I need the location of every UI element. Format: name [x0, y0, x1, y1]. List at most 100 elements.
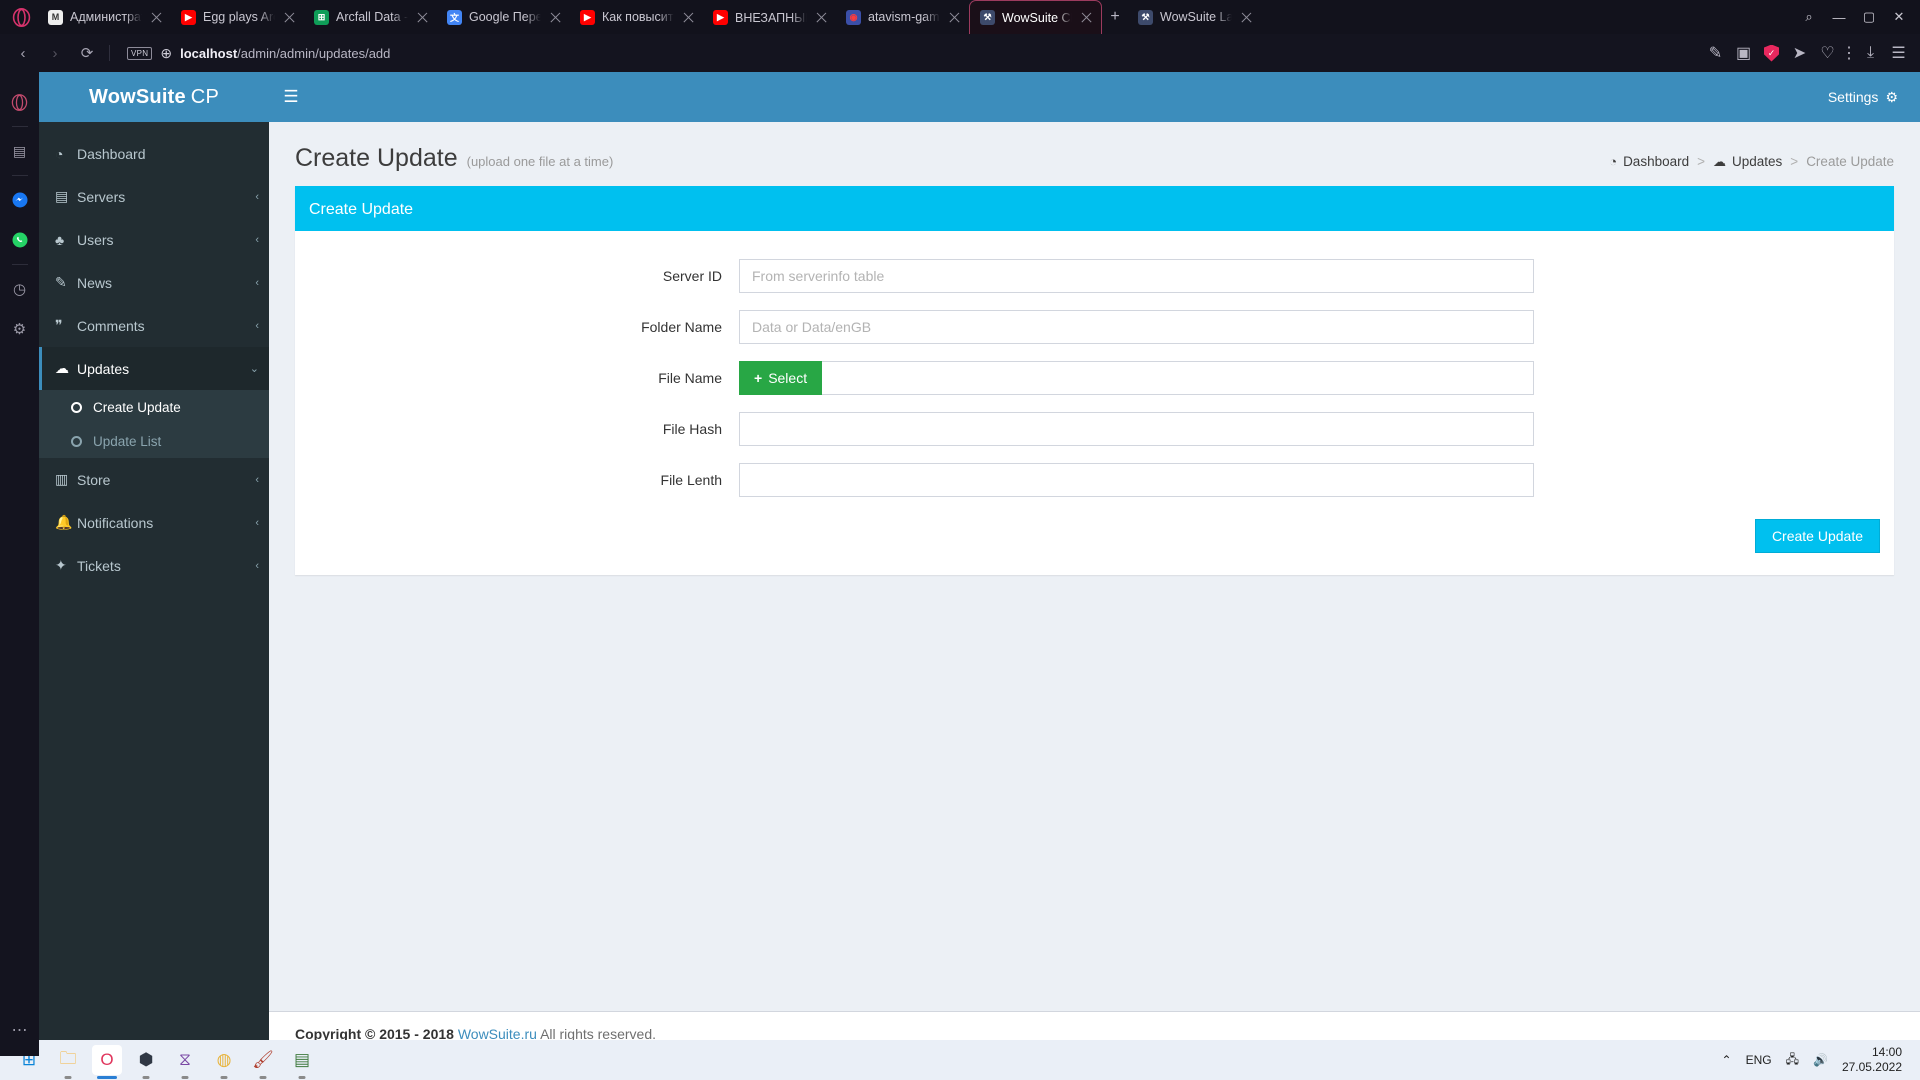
dashboard-icon: ◔	[55, 145, 64, 162]
rail-divider-1	[11, 126, 28, 127]
tab-close-icon[interactable]	[947, 10, 962, 25]
sidebar-item-label: Store	[77, 471, 111, 488]
tab-close-icon[interactable]	[282, 10, 297, 25]
select-file-button[interactable]: + Select	[739, 361, 823, 395]
tab-close-icon[interactable]	[548, 10, 563, 25]
browser-tab[interactable]: ▶ Egg plays Arcfall #02 St	[171, 0, 304, 34]
send-flow-icon[interactable]: ➤	[1786, 39, 1813, 67]
sidebar-item-dashboard[interactable]: ◔ Dashboard	[39, 132, 269, 175]
sidebar-item-users[interactable]: ♣ Users ‹	[39, 218, 269, 261]
more-options-icon[interactable]: ⋮	[1841, 39, 1857, 67]
shield-adblock-icon[interactable]: ✓	[1758, 39, 1785, 67]
history-icon[interactable]: ◷	[0, 269, 39, 309]
browser-tab[interactable]: ⚒ WowSuite Launcher 4.0	[1128, 0, 1261, 34]
snapshot-edit-icon[interactable]: ✎	[1702, 39, 1729, 67]
app-brand[interactable]: WowSuite CP	[39, 72, 269, 122]
reload-button[interactable]: ⟳	[72, 38, 102, 68]
file-name-input[interactable]: + Select	[739, 361, 1534, 395]
edit-news-icon: ✎	[55, 274, 67, 290]
easy-setup-icon[interactable]: ☰	[1885, 39, 1912, 67]
plus-icon: +	[754, 370, 763, 386]
breadcrumb-item[interactable]: ◔ Dashboard	[1609, 154, 1689, 169]
paint-tool-icon[interactable]: 🖌	[248, 1045, 278, 1079]
spreadsheet-icon[interactable]: ▤	[287, 1045, 317, 1079]
form-row: Folder Name	[309, 310, 1880, 344]
sidebar-item-label: Updates	[77, 360, 130, 377]
tab-close-icon[interactable]	[149, 10, 164, 25]
opera-logo-icon[interactable]	[4, 0, 38, 34]
browser-tab[interactable]: ⊞ Arcfall Data - Google Ta	[304, 0, 437, 34]
tray-expand-chevron-icon[interactable]: ⌃	[1722, 1053, 1732, 1067]
sidebar-item-notifications[interactable]: 🔔 Notifications ‹	[39, 501, 269, 544]
network-icon[interactable]: 🖧	[1786, 1050, 1799, 1071]
sidebar-toggle-button[interactable]: ☰	[269, 72, 313, 122]
vpn-badge[interactable]: VPN	[127, 46, 153, 60]
browser-tab[interactable]: ◉ atavism-game-launcher	[836, 0, 969, 34]
server-id-input[interactable]	[739, 259, 1534, 293]
comments-icon: ❞	[55, 317, 63, 333]
create-update-submit-button[interactable]: Create Update	[1754, 519, 1880, 553]
opera-sidebar-logo-icon[interactable]	[0, 82, 39, 122]
shield-shape: ✓	[1764, 44, 1779, 62]
address-bar[interactable]: VPN ⊕ localhost/admin/admin/updates/add	[117, 40, 1700, 66]
tab-close-icon[interactable]	[1079, 10, 1094, 25]
globe-icon: ⊕	[160, 44, 173, 61]
header-settings-link[interactable]: Settings ⚙	[1828, 89, 1920, 106]
folder-name-input[interactable]	[739, 310, 1534, 344]
tab-title: Arcfall Data - Google Ta	[336, 10, 408, 24]
opera-browser-icon[interactable]: O	[92, 1045, 122, 1079]
volume-icon[interactable]: 🔊	[1813, 1053, 1828, 1067]
whatsapp-icon[interactable]	[0, 220, 39, 260]
forward-button[interactable]: ›	[40, 38, 70, 68]
clock[interactable]: 14:00 27.05.2022	[1842, 1045, 1902, 1075]
sidebar-item-news[interactable]: ✎ News ‹	[39, 261, 269, 304]
search-tabs-icon[interactable]: ⌕	[1795, 2, 1823, 32]
visual-studio-icon[interactable]: ⧖	[170, 1045, 200, 1079]
sidebar-item-updates[interactable]: ☁ Updates ⌄	[39, 347, 269, 390]
tray-language-indicator[interactable]: ENG	[1746, 1053, 1772, 1067]
new-tab-button[interactable]: +	[1102, 0, 1128, 34]
unity-editor-icon[interactable]: ⬢	[131, 1045, 161, 1079]
downloads-icon[interactable]: ⤓	[1857, 39, 1884, 67]
breadcrumb-item[interactable]: ☁ Updates	[1713, 154, 1782, 170]
sidebar-item-comments[interactable]: ❞ Comments ‹	[39, 304, 269, 347]
breadcrumb-label: Create Update	[1806, 154, 1894, 169]
sidebar-item-tickets[interactable]: ✦ Tickets ‹	[39, 544, 269, 587]
sidebar-subitem-create-update[interactable]: Create Update	[39, 390, 269, 424]
dashboard-icon: ◔	[1609, 154, 1618, 169]
more-rail-icon[interactable]: ⋯	[0, 1010, 39, 1050]
app-header: WowSuite CP ☰ Settings ⚙	[39, 72, 1920, 122]
back-button[interactable]: ‹	[8, 38, 38, 68]
taskbar-running-indicator	[97, 1076, 117, 1079]
circle-bullet-icon	[71, 435, 82, 447]
browser-tab[interactable]: ⚒ WowSuite CP	[969, 0, 1102, 34]
pin-board-icon[interactable]: ▤	[0, 131, 39, 171]
tab-close-icon[interactable]	[415, 10, 430, 25]
sidebar-item-store[interactable]: ▥ Store ‹	[39, 458, 269, 501]
minimize-window-icon[interactable]: —	[1825, 2, 1853, 32]
form-row: File Hash	[309, 412, 1880, 446]
file-explorer-icon[interactable]: 🗀	[53, 1045, 83, 1079]
tab-close-icon[interactable]	[1239, 10, 1254, 25]
file-lenth-input[interactable]	[739, 463, 1534, 497]
file-hash-input[interactable]	[739, 412, 1534, 446]
sidebar-subitem-update-list[interactable]: Update List	[39, 424, 269, 458]
browser-tab[interactable]: ▶ ВНЕЗАПНЫЕ БОССЫ ⊷	[703, 0, 836, 34]
browser-tab[interactable]: ▶ Как повысить фпс в игр	[570, 0, 703, 34]
tab-title: atavism-game-launcher	[868, 10, 940, 24]
box-title: Create Update	[295, 189, 1894, 231]
close-window-icon[interactable]: ✕	[1885, 2, 1913, 32]
tab-close-icon[interactable]	[814, 10, 829, 25]
sidebar-item-servers[interactable]: ▤ Servers ‹	[39, 175, 269, 218]
heidisql-icon[interactable]: ◍	[209, 1045, 239, 1079]
browser-tab[interactable]: M Администраторы и раз	[38, 0, 171, 34]
sidebar-item-label: Dashboard	[77, 145, 146, 162]
heart-favorites-icon[interactable]: ♡	[1814, 39, 1841, 67]
maximize-window-icon[interactable]: ▢	[1855, 2, 1883, 32]
sidebar-item-label: News	[77, 274, 113, 291]
messenger-icon[interactable]	[0, 180, 39, 220]
browser-tab[interactable]: 文 Google Переводчик	[437, 0, 570, 34]
settings-icon[interactable]: ⚙	[0, 309, 39, 349]
tab-close-icon[interactable]	[681, 10, 696, 25]
camera-icon[interactable]: ▣	[1730, 39, 1757, 67]
